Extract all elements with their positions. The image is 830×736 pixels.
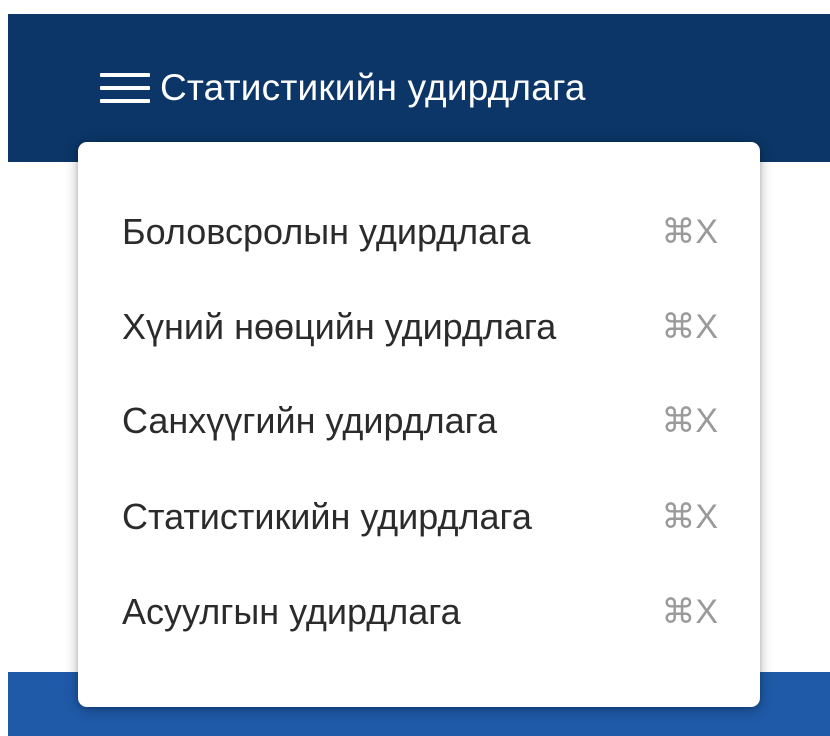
hamburger-line-top: [100, 73, 150, 77]
menu-item-human-resources[interactable]: Хүний нөөцийн удирдлага ⌘X: [78, 292, 760, 362]
current-section-title[interactable]: Статистикийн удирдлага: [160, 67, 586, 109]
menu-item-label: Санхүүгийн удирдлага: [122, 400, 498, 441]
menu-item-education[interactable]: Боловсролын удирдлага ⌘X: [78, 197, 760, 267]
menu-item-label: Асуулгын удирдлага: [122, 591, 461, 632]
menu-trigger-button[interactable]: Статистикийн удирдлага: [100, 58, 586, 118]
shortcut-hint: ⌘X: [661, 593, 718, 631]
menu-item-survey[interactable]: Асуулгын удирдлага ⌘X: [78, 577, 760, 647]
app-screen: Статистикийн удирдлага Боловсролын удирд…: [0, 0, 830, 736]
shortcut-hint: ⌘X: [661, 402, 718, 440]
menu-item-statistics[interactable]: Статистикийн удирдлага ⌘X: [78, 482, 760, 552]
menu-item-label: Боловсролын удирдлага: [122, 211, 531, 252]
hamburger-menu-icon[interactable]: [100, 73, 150, 103]
hamburger-line-middle: [100, 86, 150, 90]
menu-item-label: Статистикийн удирдлага: [122, 496, 532, 537]
hamburger-line-bottom: [100, 99, 150, 103]
menu-item-finance[interactable]: Санхүүгийн удирдлага ⌘X: [78, 386, 760, 456]
shortcut-hint: ⌘X: [661, 213, 718, 251]
menu-item-label: Хүний нөөцийн удирдлага: [122, 306, 557, 347]
shortcut-hint: ⌘X: [661, 308, 718, 346]
shortcut-hint: ⌘X: [661, 498, 718, 536]
dropdown-menu: Боловсролын удирдлага ⌘X Хүний нөөцийн у…: [78, 142, 760, 707]
